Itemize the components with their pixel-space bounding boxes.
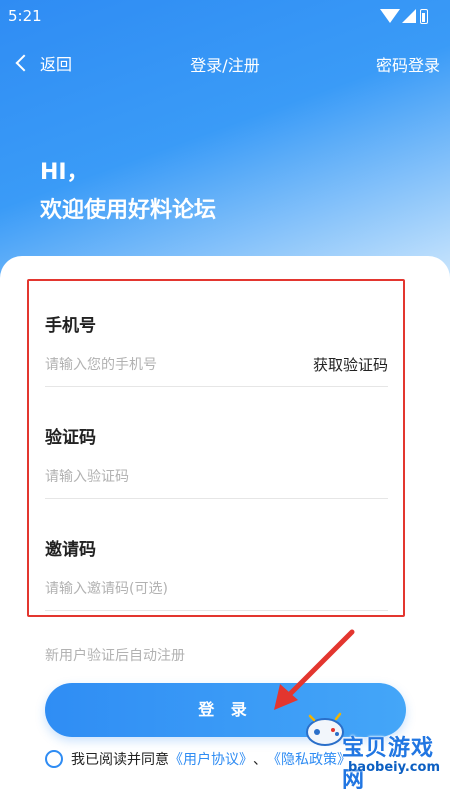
user-agreement-link[interactable]: 《用户协议》 xyxy=(169,749,253,769)
annotation-highlight-box xyxy=(27,279,405,617)
watermark: 宝贝游戏网 baobeiy.com xyxy=(296,700,446,793)
password-login-link[interactable]: 密码登录 xyxy=(376,52,440,76)
status-bar: 5:21 xyxy=(0,0,450,34)
gamepad-mascot-icon xyxy=(306,712,344,746)
battery-icon xyxy=(420,9,428,24)
agreement-separator: 、 xyxy=(253,752,267,768)
top-nav-bar: 返回 登录/注册 密码登录 xyxy=(0,44,450,80)
status-time: 5:21 xyxy=(8,7,42,25)
signal-icon xyxy=(402,9,416,23)
greeting: HI， 欢迎使用好料论坛 xyxy=(40,154,216,230)
auto-register-hint: 新用户验证后自动注册 xyxy=(45,648,185,664)
agreement-checkbox[interactable] xyxy=(45,750,63,768)
agreement-prefix: 我已阅读并同意 xyxy=(71,752,169,768)
watermark-subtitle: baobeiy.com xyxy=(348,760,440,775)
greeting-line-2: 欢迎使用好料论坛 xyxy=(40,198,217,223)
status-icons xyxy=(380,9,440,25)
wifi-icon xyxy=(380,9,400,23)
greeting-line-1: HI， xyxy=(40,160,89,185)
